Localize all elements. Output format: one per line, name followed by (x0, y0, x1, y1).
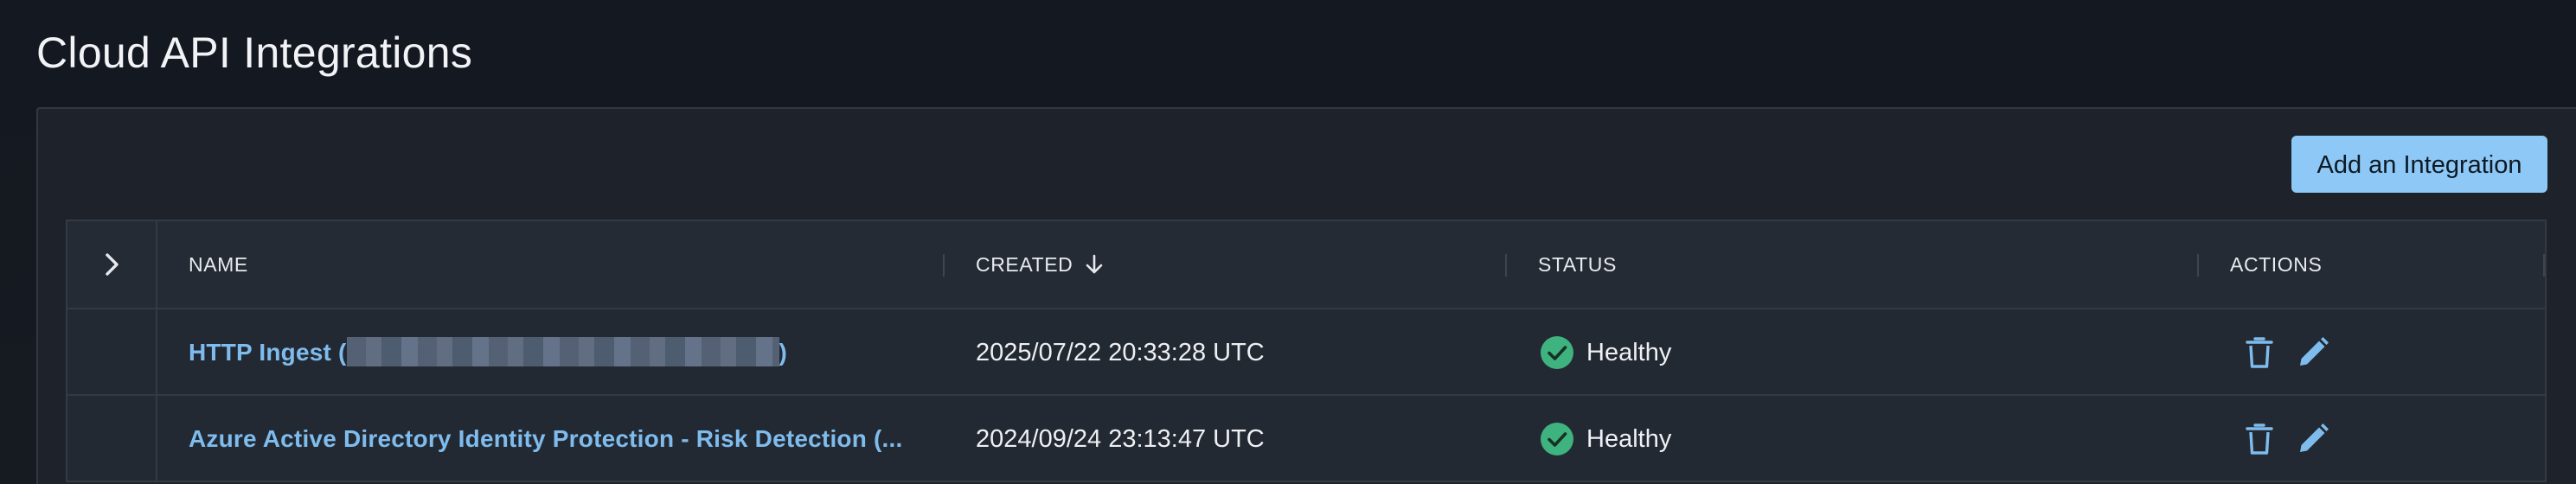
expand-all-toggle[interactable] (99, 251, 126, 278)
created-cell: 2025/07/22 20:33:28 UTC (976, 339, 1265, 366)
delete-button[interactable] (2242, 422, 2277, 456)
table-header: NAME CREATED STATUS ACTIONS (67, 221, 2545, 309)
status-label: Healthy (1586, 425, 1672, 453)
integration-name-suffix: ) (779, 339, 788, 366)
column-header-created[interactable]: CREATED (976, 221, 1104, 308)
created-cell: 2024/09/24 23:13:47 UTC (976, 425, 1265, 453)
column-header-actions: ACTIONS (2230, 253, 2323, 276)
pencil-icon (2300, 337, 2329, 366)
row-expand-cell (67, 396, 157, 481)
arrow-down-icon (1086, 254, 1103, 274)
trash-icon (2246, 337, 2273, 368)
integrations-table: NAME CREATED STATUS ACTIONS HTTP Ingest … (66, 220, 2547, 482)
column-divider (2543, 254, 2545, 277)
status-cell: Healthy (1540, 309, 1671, 396)
table-row: HTTP Ingest () 2025/07/22 20:33:28 UTC H… (67, 309, 2545, 396)
integration-name-link[interactable]: HTTP Ingest () (189, 336, 788, 366)
row-expand-cell (67, 309, 157, 394)
column-header-status[interactable]: STATUS (1538, 221, 1617, 308)
column-header-name[interactable]: NAME (189, 221, 248, 308)
status-label: Healthy (1586, 339, 1672, 366)
add-integration-button[interactable]: Add an Integration (2291, 136, 2547, 193)
column-divider[interactable] (2197, 254, 2199, 277)
status-cell: Healthy (1540, 396, 1671, 482)
expand-column-header (67, 221, 157, 308)
trash-icon (2246, 424, 2273, 455)
redacted-text (346, 336, 779, 366)
name-cell: Azure Active Directory Identity Protecti… (189, 396, 902, 482)
edit-button[interactable] (2296, 335, 2330, 370)
edit-button[interactable] (2296, 422, 2330, 456)
delete-button[interactable] (2242, 335, 2277, 370)
name-cell: HTTP Ingest () (189, 309, 787, 396)
column-header-created-label: CREATED (976, 253, 1073, 276)
integration-name-prefix: HTTP Ingest ( (189, 339, 347, 366)
page: Cloud API Integrations Add an Integratio… (0, 0, 2576, 484)
integration-name-link[interactable]: Azure Active Directory Identity Protecti… (189, 425, 902, 452)
check-circle-icon (1541, 336, 1573, 369)
column-divider[interactable] (943, 254, 945, 277)
chevron-right-icon (106, 253, 119, 276)
column-divider[interactable] (1505, 254, 1507, 277)
pencil-icon (2300, 424, 2329, 452)
check-circle-icon (1541, 423, 1573, 455)
table-row: Azure Active Directory Identity Protecti… (67, 396, 2545, 482)
page-title: Cloud API Integrations (36, 29, 473, 77)
